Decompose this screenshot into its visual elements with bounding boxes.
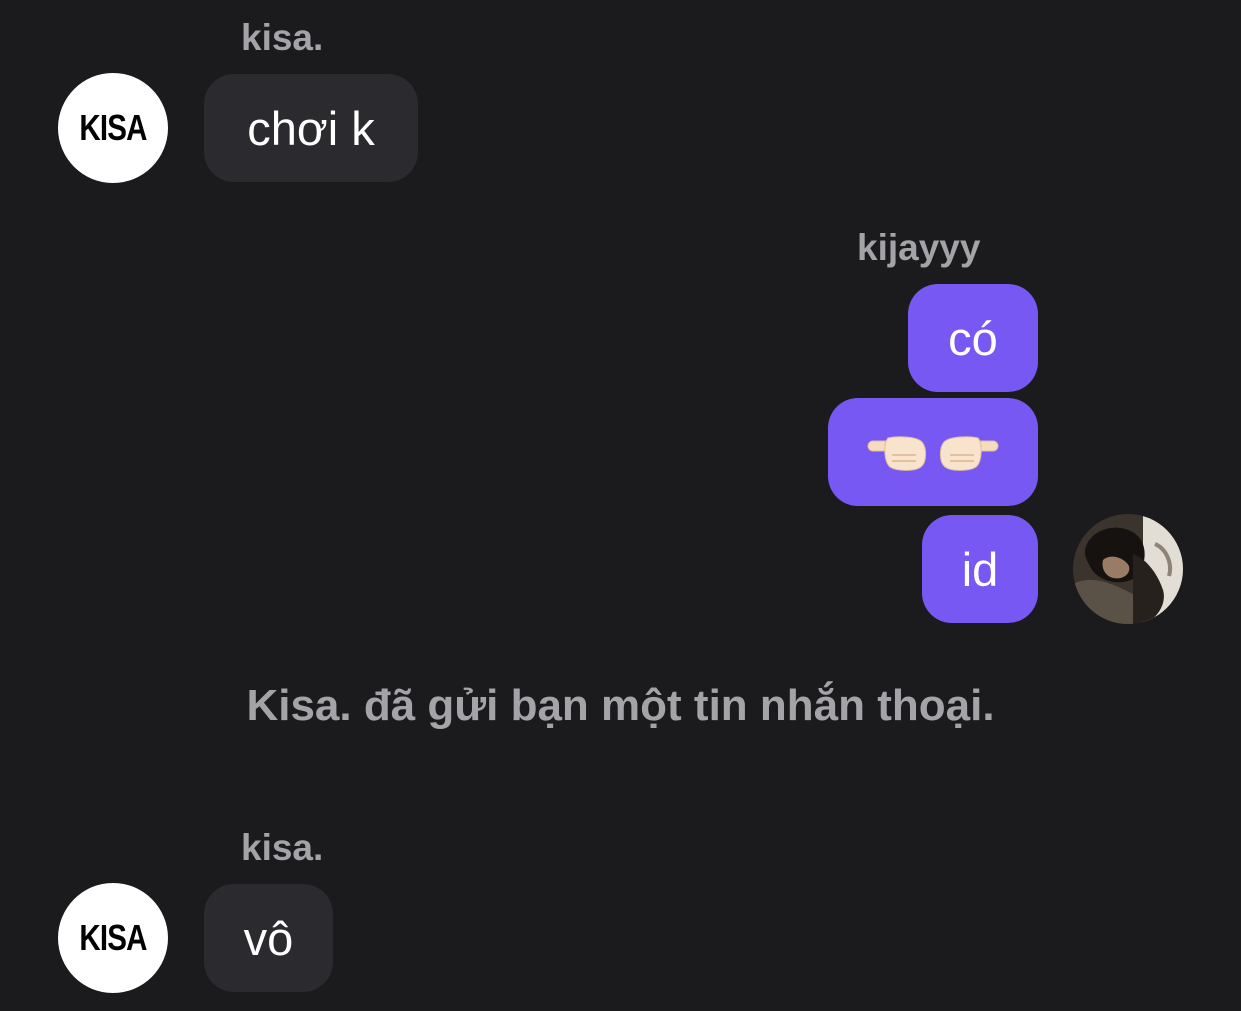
profile-photo-icon [1073, 514, 1183, 624]
message-bubble-incoming[interactable]: vô [204, 884, 333, 992]
message-bubble-incoming[interactable]: chơi k [204, 74, 418, 182]
kisa-logo: KISA [79, 107, 147, 148]
message-text: chơi k [247, 101, 375, 155]
sender-name-kisa: kisa. [241, 827, 324, 868]
message-bubble-outgoing[interactable]: id [922, 515, 1038, 623]
message-text: vô [243, 911, 294, 965]
kisa-logo: KISA [79, 917, 147, 958]
hand-point-left-icon [867, 436, 927, 471]
avatar-kisa[interactable]: KISA [58, 73, 168, 183]
message-text: có [948, 311, 998, 365]
message-bubble-emoji[interactable] [828, 398, 1038, 506]
message-bubble-outgoing[interactable]: có [908, 284, 1038, 392]
pointing-fingers-icon [866, 432, 1000, 472]
hand-point-right-icon [939, 436, 999, 471]
sender-name-kisa: kisa. [241, 17, 324, 58]
avatar-kijayyy[interactable] [1073, 514, 1183, 624]
avatar-kisa[interactable]: KISA [58, 883, 168, 993]
sender-name-kijayyy: kijayyy [857, 227, 981, 268]
message-text: id [961, 542, 999, 596]
voice-message-notice: Kisa. đã gửi bạn một tin nhắn thoại. [246, 681, 995, 730]
